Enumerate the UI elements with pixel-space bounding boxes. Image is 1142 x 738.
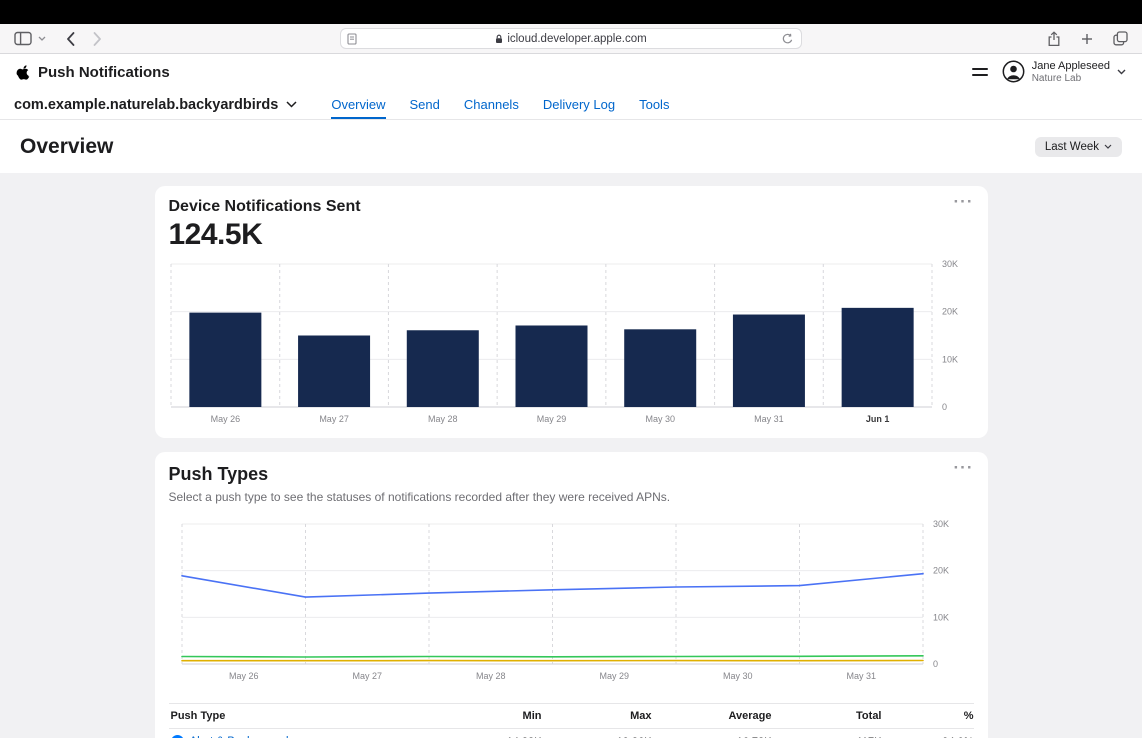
tab-overview-icon[interactable] [1111, 29, 1130, 48]
col-min: Min [432, 710, 542, 722]
device-notifications-card: ··· Device Notifications Sent 124.5K 0 10… [155, 186, 988, 438]
user-chevron-down-icon [1117, 69, 1126, 75]
tab-send[interactable]: Send [410, 90, 440, 119]
svg-text:May 28: May 28 [428, 414, 458, 424]
range-chevron-down-icon [1104, 144, 1112, 149]
date-range-label: Last Week [1045, 141, 1099, 153]
svg-text:20K: 20K [933, 566, 949, 576]
svg-text:0: 0 [933, 659, 938, 669]
bundle-chevron-down-icon [286, 101, 297, 108]
col-total: Total [772, 710, 882, 722]
new-tab-icon[interactable] [1079, 31, 1095, 47]
notifications-total: 124.5K [169, 218, 974, 252]
svg-text:May 27: May 27 [352, 671, 382, 681]
forward-button[interactable] [91, 30, 104, 48]
address-bar[interactable]: icloud.developer.apple.com [340, 28, 802, 49]
tab-overview[interactable]: Overview [331, 90, 385, 119]
page-title: Overview [20, 135, 113, 159]
card-title: Push Types [169, 464, 974, 485]
table-row[interactable]: Alert & Background 14.33K 19.36K 16.72K … [169, 729, 974, 738]
date-range-button[interactable]: Last Week [1035, 137, 1122, 157]
app-header: Push Notifications Jane Appleseed Nature… [0, 54, 1142, 90]
col-max: Max [542, 710, 652, 722]
menu-icon[interactable] [972, 68, 988, 76]
tab-delivery-log[interactable]: Delivery Log [543, 90, 615, 119]
bar-chart: 0 10K 20K 30K May 26 May 27 May 28 May 29 May 30… [169, 260, 974, 428]
user-name: Jane Appleseed [1032, 60, 1110, 73]
user-menu[interactable]: Jane Appleseed Nature Lab [1002, 60, 1126, 84]
app-title: Push Notifications [38, 64, 170, 81]
svg-text:May 31: May 31 [754, 414, 784, 424]
sidebar-toggle-button[interactable] [12, 29, 34, 48]
col-average: Average [652, 710, 772, 722]
reload-icon[interactable] [780, 31, 795, 47]
bundle-id-dropdown[interactable]: com.example.naturelab.backyardbirds [14, 97, 297, 113]
sidebar-chevron-down-icon[interactable] [36, 34, 48, 43]
lock-icon [495, 34, 503, 44]
push-types-card: ··· Push Types Select a push type to see… [155, 452, 988, 738]
push-types-table: Push Type Min Max Average Total % Alert … [169, 703, 974, 738]
svg-text:May 30: May 30 [722, 671, 752, 681]
svg-text:May 29: May 29 [536, 414, 566, 424]
page-content: ··· Device Notifications Sent 124.5K 0 10… [0, 173, 1142, 738]
user-org: Nature Lab [1032, 73, 1110, 85]
svg-text:May 29: May 29 [599, 671, 629, 681]
svg-text:May 30: May 30 [645, 414, 675, 424]
col-push-type: Push Type [169, 710, 432, 722]
svg-text:Jun 1: Jun 1 [865, 414, 889, 424]
col-percent: % [882, 710, 974, 722]
tab-channels[interactable]: Channels [464, 90, 519, 119]
avatar-icon [1002, 60, 1025, 83]
svg-text:30K: 30K [933, 520, 949, 529]
svg-text:May 27: May 27 [319, 414, 349, 424]
browser-toolbar: icloud.developer.apple.com [0, 24, 1142, 54]
macos-menubar [0, 0, 1142, 24]
svg-text:10K: 10K [933, 612, 949, 622]
tab-bar: Overview Send Channels Delivery Log Tool… [331, 90, 669, 119]
svg-text:10K: 10K [942, 354, 958, 364]
table-header-row: Push Type Min Max Average Total % [169, 703, 974, 729]
bundle-id: com.example.naturelab.backyardbirds [14, 97, 278, 113]
page-settings-icon[interactable] [347, 33, 357, 45]
card-subtitle: Select a push type to see the statuses o… [169, 490, 974, 504]
svg-text:May 31: May 31 [846, 671, 876, 681]
card-title: Device Notifications Sent [169, 198, 974, 216]
svg-text:0: 0 [942, 402, 947, 412]
line-chart: 0 10K 20K 30K May 26 May 27 May 28 May 29 May 30… [169, 520, 974, 685]
card-menu-ellipsis-icon[interactable]: ··· [954, 458, 974, 478]
svg-text:May 26: May 26 [228, 671, 258, 681]
url-text: icloud.developer.apple.com [507, 33, 646, 45]
svg-text:May 28: May 28 [475, 671, 505, 681]
share-icon[interactable] [1045, 29, 1063, 49]
page-head: Overview Last Week [0, 120, 1142, 173]
tab-tools[interactable]: Tools [639, 90, 669, 119]
svg-text:30K: 30K [942, 260, 958, 269]
apple-logo-icon [16, 64, 31, 81]
svg-text:May 26: May 26 [210, 414, 240, 424]
back-button[interactable] [64, 30, 77, 48]
app-nav: com.example.naturelab.backyardbirds Over… [0, 90, 1142, 120]
card-menu-ellipsis-icon[interactable]: ··· [954, 192, 974, 212]
svg-text:20K: 20K [942, 307, 958, 317]
